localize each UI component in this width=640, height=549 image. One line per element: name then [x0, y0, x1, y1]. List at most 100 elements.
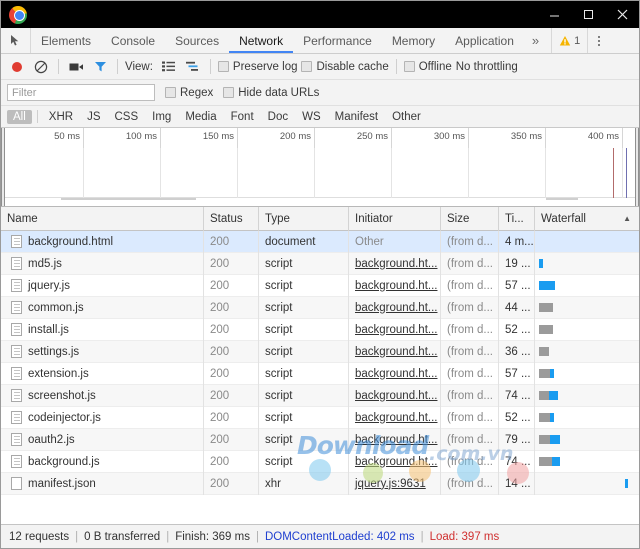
cell-size: (from d...: [441, 451, 499, 473]
column-header-waterfall[interactable]: Waterfall▲: [535, 207, 639, 231]
column-header-status[interactable]: Status: [204, 207, 259, 231]
column-header-label: Initiator: [355, 213, 393, 225]
cell-time: 52 ...: [499, 407, 535, 429]
status-separator: |: [256, 531, 259, 543]
table-row[interactable]: md5.js200scriptbackground.ht...(from d..…: [1, 253, 639, 275]
document-file-icon: [11, 433, 22, 446]
close-button[interactable]: [605, 1, 639, 28]
column-header-label: Type: [265, 213, 290, 225]
cell-name: background.html: [1, 231, 204, 253]
cell-status: 200: [204, 253, 259, 275]
kebab-menu-icon[interactable]: [587, 28, 609, 53]
cell-waterfall: [535, 297, 639, 319]
tab-elements[interactable]: Elements: [31, 28, 101, 53]
transferred-size: 0 B transferred: [84, 531, 160, 543]
tab-memory[interactable]: Memory: [382, 28, 445, 53]
timeline-left-handle[interactable]: [1, 128, 5, 206]
warning-indicator[interactable]: 1: [551, 28, 587, 53]
column-header-ti[interactable]: Ti...: [499, 207, 535, 231]
tab-label: Sources: [175, 34, 219, 48]
column-header-type[interactable]: Type: [259, 207, 349, 231]
regex-checkbox[interactable]: Regex: [165, 87, 213, 99]
cell-waterfall: [535, 253, 639, 275]
table-row[interactable]: codeinjector.js200scriptbackground.ht...…: [1, 407, 639, 429]
clear-prohibited-icon[interactable]: [31, 57, 51, 77]
cell-status-text: 200: [210, 280, 229, 292]
finish-time: Finish: 369 ms: [175, 531, 250, 543]
throttling-select[interactable]: No throttling: [456, 61, 518, 73]
waterfall-queue-bar: [539, 435, 550, 444]
column-header-name[interactable]: Name: [1, 207, 204, 231]
waterfall-download-bar: [550, 413, 554, 422]
cell-size-text: (from d...: [447, 280, 493, 292]
column-header-label: Waterfall: [541, 213, 586, 225]
type-filter-js[interactable]: JS: [81, 110, 106, 124]
cell-initiator: background.ht...: [349, 407, 441, 429]
offline-checkbox[interactable]: Offline: [404, 61, 452, 73]
column-header-size[interactable]: Size: [441, 207, 499, 231]
timeline-graph: [1, 148, 639, 206]
minimize-button[interactable]: [537, 1, 571, 28]
type-filter-media[interactable]: Media: [179, 110, 222, 124]
type-filter-doc[interactable]: Doc: [262, 110, 294, 124]
cell-name: screenshot.js: [1, 385, 204, 407]
type-filter-all[interactable]: All: [7, 110, 32, 124]
tab-console[interactable]: Console: [101, 28, 165, 53]
cell-waterfall: [535, 363, 639, 385]
funnel-filter-icon[interactable]: [90, 57, 110, 77]
waterfall-view-icon[interactable]: [183, 57, 203, 77]
type-filter-ws[interactable]: WS: [296, 110, 327, 124]
search-input[interactable]: [7, 84, 155, 101]
record-circle-icon[interactable]: [7, 57, 27, 77]
table-row[interactable]: screenshot.js200scriptbackground.ht...(f…: [1, 385, 639, 407]
tab-performance[interactable]: Performance: [293, 28, 382, 53]
cell-waterfall: [535, 319, 639, 341]
cell-size-text: (from d...: [447, 412, 493, 424]
preserve-log-checkbox[interactable]: Preserve log: [218, 61, 298, 73]
maximize-button[interactable]: [571, 1, 605, 28]
inspect-cursor-icon[interactable]: [1, 28, 31, 53]
request-name: oauth2.js: [28, 434, 75, 446]
network-overview-timeline[interactable]: 50 ms100 ms150 ms200 ms250 ms300 ms350 m…: [1, 128, 639, 207]
type-filter-img[interactable]: Img: [146, 110, 177, 124]
cell-initiator: jquery.js:9631: [349, 473, 441, 495]
camera-icon[interactable]: [66, 57, 86, 77]
type-filter-css[interactable]: CSS: [108, 110, 144, 124]
status-separator: |: [75, 531, 78, 543]
type-filter-other[interactable]: Other: [386, 110, 427, 124]
disable-cache-checkbox[interactable]: Disable cache: [301, 61, 388, 73]
hide-data-urls-checkbox[interactable]: Hide data URLs: [223, 87, 319, 99]
cell-initiator-text: background.ht...: [355, 258, 437, 270]
cell-initiator-text: background.ht...: [355, 368, 437, 380]
document-file-icon: [11, 235, 22, 248]
network-requests-table: NameStatusTypeInitiatorSizeTi...Waterfal…: [1, 207, 639, 524]
tab-network[interactable]: Network: [229, 28, 293, 53]
document-file-icon: [11, 323, 22, 336]
timeline-right-handle[interactable]: [635, 128, 639, 206]
table-row[interactable]: common.js200scriptbackground.ht...(from …: [1, 297, 639, 319]
timeline-gridline: [1, 148, 623, 198]
table-row[interactable]: install.js200scriptbackground.ht...(from…: [1, 319, 639, 341]
more-tabs-button[interactable]: »: [524, 28, 547, 53]
cell-time-text: 4 m...: [505, 236, 534, 248]
cell-size: (from d...: [441, 363, 499, 385]
table-row[interactable]: manifest.json200xhrjquery.js:9631(from d…: [1, 473, 639, 495]
column-header-initiator[interactable]: Initiator: [349, 207, 441, 231]
tab-sources[interactable]: Sources: [165, 28, 229, 53]
table-row[interactable]: settings.js200scriptbackground.ht...(fro…: [1, 341, 639, 363]
cell-type-text: script: [265, 390, 292, 402]
table-row[interactable]: background.html200documentOther(from d..…: [1, 231, 639, 253]
type-filter-xhr[interactable]: XHR: [43, 110, 79, 124]
table-row[interactable]: jquery.js200scriptbackground.ht...(from …: [1, 275, 639, 297]
list-view-icon[interactable]: [159, 57, 179, 77]
type-filter-font[interactable]: Font: [225, 110, 260, 124]
tab-application[interactable]: Application: [445, 28, 524, 53]
cell-name: install.js: [1, 319, 204, 341]
table-row[interactable]: extension.js200scriptbackground.ht...(fr…: [1, 363, 639, 385]
cell-time-text: 52 ...: [505, 324, 531, 336]
type-filter-manifest[interactable]: Manifest: [329, 110, 384, 124]
table-row[interactable]: background.js200scriptbackground.ht...(f…: [1, 451, 639, 473]
table-row[interactable]: oauth2.js200scriptbackground.ht...(from …: [1, 429, 639, 451]
cell-status-text: 200: [210, 412, 229, 424]
cell-initiator-text: background.ht...: [355, 280, 437, 292]
